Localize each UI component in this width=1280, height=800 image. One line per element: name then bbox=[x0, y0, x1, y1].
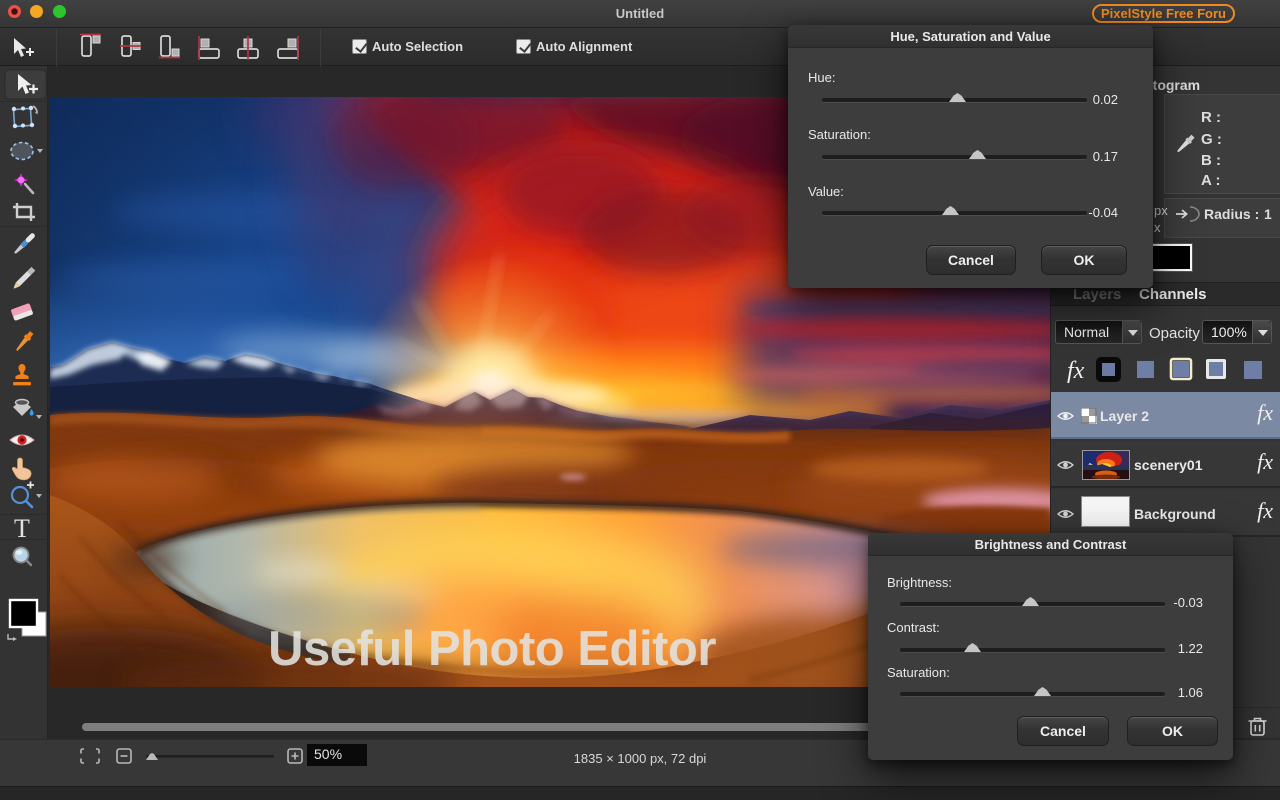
svg-text:fx: fx bbox=[1067, 358, 1085, 384]
svg-text:Useful Photo Editor: Useful Photo Editor bbox=[268, 622, 716, 676]
svg-text:T: T bbox=[14, 514, 30, 543]
